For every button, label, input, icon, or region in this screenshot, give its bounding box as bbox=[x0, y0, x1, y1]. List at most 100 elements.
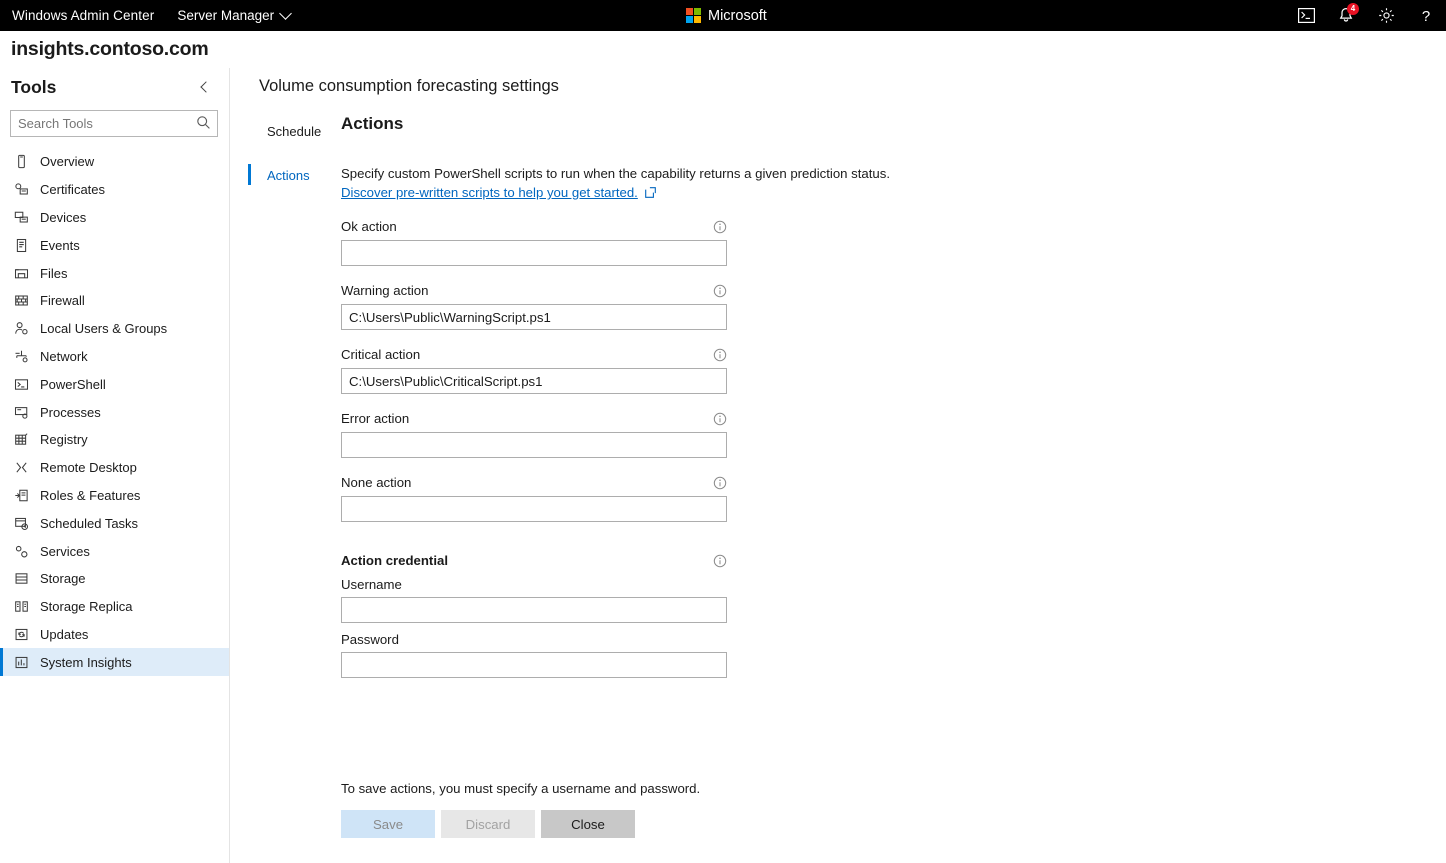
tab-schedule[interactable]: Schedule bbox=[248, 116, 341, 146]
tab-actions[interactable]: Actions bbox=[248, 160, 341, 190]
info-icon[interactable] bbox=[713, 220, 727, 234]
sidebar-item-remote-desktop[interactable]: Remote Desktop bbox=[0, 454, 229, 482]
username-field: Username bbox=[341, 577, 981, 623]
files-folder-icon bbox=[13, 265, 29, 281]
sidebar-item-label: Firewall bbox=[40, 293, 85, 309]
warning-action-input[interactable] bbox=[341, 304, 727, 330]
sidebar-item-processes[interactable]: Processes bbox=[0, 398, 229, 426]
sidebar-item-label: PowerShell bbox=[40, 376, 106, 392]
error-action-label: Error action bbox=[341, 411, 410, 426]
sidebar-item-certificates[interactable]: Certificates bbox=[0, 176, 229, 204]
microsoft-squares-icon bbox=[686, 8, 701, 23]
form-footer: To save actions, you must specify a user… bbox=[341, 781, 700, 838]
tools-list: Overview Certificates Devices Events Files Fi… bbox=[0, 148, 229, 677]
users-icon bbox=[13, 321, 29, 337]
notifications-bell-icon[interactable]: 4 bbox=[1326, 0, 1366, 31]
sidebar-item-roles-features[interactable]: Roles & Features bbox=[0, 482, 229, 510]
tools-sidebar-header: Tools bbox=[0, 68, 229, 98]
warning-action-field: Warning action bbox=[341, 283, 981, 330]
sidebar-item-overview[interactable]: Overview bbox=[0, 148, 229, 176]
sidebar-item-firewall[interactable]: Firewall bbox=[0, 287, 229, 315]
none-action-input[interactable] bbox=[341, 496, 727, 522]
sidebar-item-files[interactable]: Files bbox=[0, 259, 229, 287]
powershell-console-icon bbox=[13, 376, 29, 392]
tab-label: Schedule bbox=[267, 123, 322, 139]
roles-features-icon bbox=[13, 487, 29, 503]
warning-action-label: Warning action bbox=[341, 283, 429, 298]
none-action-label: None action bbox=[341, 475, 412, 490]
ok-action-input[interactable] bbox=[341, 240, 727, 266]
sidebar-item-devices[interactable]: Devices bbox=[0, 204, 229, 232]
help-question-icon[interactable]: ? bbox=[1406, 0, 1446, 31]
server-manager-dropdown[interactable]: Server Manager bbox=[167, 0, 300, 31]
settings-gear-icon[interactable] bbox=[1366, 0, 1406, 31]
sidebar-item-registry[interactable]: Registry bbox=[0, 426, 229, 454]
none-action-label-row: None action bbox=[341, 475, 727, 490]
processes-icon bbox=[13, 404, 29, 420]
critical-action-field: Critical action bbox=[341, 347, 981, 394]
password-label-row: Password bbox=[341, 632, 727, 647]
sidebar-item-label: Devices bbox=[40, 209, 87, 225]
page-title: Volume consumption forecasting settings bbox=[259, 77, 559, 95]
sidebar-item-label: Updates bbox=[40, 626, 89, 642]
action-fields-container: Ok action Warning action Critical action Er… bbox=[341, 219, 981, 522]
ok-action-field: Ok action bbox=[341, 219, 981, 266]
powershell-terminal-icon[interactable] bbox=[1286, 0, 1326, 31]
global-top-bar: Windows Admin Center Server Manager Micr… bbox=[0, 0, 1446, 31]
error-action-input[interactable] bbox=[341, 432, 727, 458]
collapse-sidebar-button[interactable] bbox=[194, 76, 216, 98]
sidebar-item-updates[interactable]: Updates bbox=[0, 621, 229, 649]
info-icon[interactable] bbox=[713, 348, 727, 362]
sidebar-item-label: Remote Desktop bbox=[40, 460, 137, 476]
search-input[interactable] bbox=[11, 111, 217, 136]
chevron-down-icon bbox=[279, 7, 292, 20]
sidebar-item-events[interactable]: Events bbox=[0, 231, 229, 259]
registry-grid-icon bbox=[13, 432, 29, 448]
remote-desktop-icon bbox=[13, 460, 29, 476]
services-gear-icon bbox=[13, 543, 29, 559]
sidebar-item-services[interactable]: Services bbox=[0, 537, 229, 565]
sidebar-item-label: Overview bbox=[40, 154, 95, 170]
error-action-label-row: Error action bbox=[341, 411, 727, 426]
sidebar-item-label: Processes bbox=[40, 404, 101, 420]
sidebar-item-local-users-groups[interactable]: Local Users & Groups bbox=[0, 315, 229, 343]
sidebar-item-label: Storage Replica bbox=[40, 599, 133, 615]
password-input[interactable] bbox=[341, 652, 727, 678]
sidebar-item-label: Certificates bbox=[40, 182, 106, 198]
discard-button[interactable]: Discard bbox=[441, 810, 535, 838]
info-icon[interactable] bbox=[713, 554, 727, 568]
discover-scripts-link[interactable]: Discover pre-written scripts to help you… bbox=[341, 185, 656, 200]
critical-action-label-row: Critical action bbox=[341, 347, 727, 362]
critical-action-input[interactable] bbox=[341, 368, 727, 394]
save-button[interactable]: Save bbox=[341, 810, 435, 838]
sidebar-item-label: Scheduled Tasks bbox=[40, 515, 139, 531]
action-credential-label-row: Action credential bbox=[341, 553, 727, 568]
settings-tab-list: Schedule Actions bbox=[248, 116, 341, 190]
critical-action-label: Critical action bbox=[341, 347, 421, 362]
ok-action-label: Ok action bbox=[341, 219, 397, 234]
sidebar-item-storage[interactable]: Storage bbox=[0, 565, 229, 593]
password-field: Password bbox=[341, 632, 981, 678]
sidebar-item-label: Storage bbox=[40, 571, 86, 587]
close-button[interactable]: Close bbox=[541, 810, 635, 838]
search-tools-box[interactable] bbox=[10, 110, 218, 137]
devices-icon bbox=[13, 209, 29, 225]
username-input[interactable] bbox=[341, 597, 727, 623]
firewall-brick-icon bbox=[13, 293, 29, 309]
action-credential-group: Action credential bbox=[341, 553, 981, 568]
sidebar-item-powershell[interactable]: PowerShell bbox=[0, 370, 229, 398]
sidebar-item-scheduled-tasks[interactable]: Scheduled Tasks bbox=[0, 509, 229, 537]
updates-refresh-icon bbox=[13, 626, 29, 642]
actions-form: Actions Specify custom PowerShell script… bbox=[341, 114, 981, 678]
sidebar-item-storage-replica[interactable]: Storage Replica bbox=[0, 593, 229, 621]
info-icon[interactable] bbox=[713, 284, 727, 298]
scheduled-tasks-clock-icon bbox=[13, 515, 29, 531]
svg-text:?: ? bbox=[1422, 8, 1430, 25]
password-label: Password bbox=[341, 632, 399, 647]
footer-button-row: Save Discard Close bbox=[341, 810, 700, 838]
sidebar-item-system-insights[interactable]: System Insights bbox=[0, 648, 229, 677]
info-icon[interactable] bbox=[713, 476, 727, 490]
sidebar-item-network[interactable]: Network bbox=[0, 343, 229, 371]
info-icon[interactable] bbox=[713, 412, 727, 426]
device-icon bbox=[13, 154, 29, 170]
